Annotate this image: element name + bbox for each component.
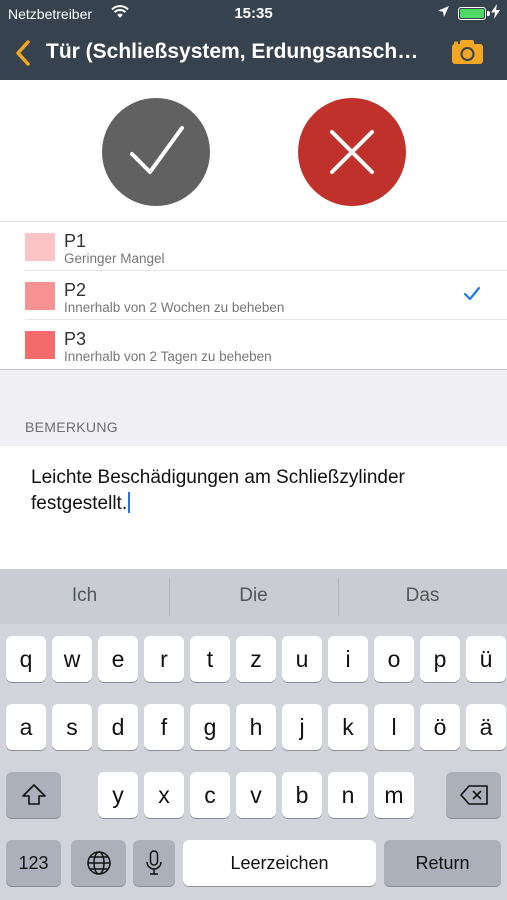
key-c[interactable]: c — [190, 772, 230, 818]
key-b[interactable]: b — [282, 772, 322, 818]
keyboard: Ich Die Das qwertzuiopü asdfghjklöä yxcvbn… — [0, 569, 507, 900]
key-g[interactable]: g — [190, 704, 230, 750]
key-v[interactable]: v — [236, 772, 276, 818]
key-ö[interactable]: ö — [420, 704, 460, 750]
key-l[interactable]: l — [374, 704, 414, 750]
key-d[interactable]: d — [98, 704, 138, 750]
text-caret — [128, 492, 131, 513]
microphone-key[interactable] — [133, 840, 175, 886]
key-s[interactable]: s — [52, 704, 92, 750]
priority-name: P2 — [64, 280, 87, 300]
remark-textarea[interactable]: Leichte Beschädigungen am Schließzylinde… — [0, 446, 507, 569]
priority-row-p1[interactable]: P1 Geringer Mangel — [0, 222, 507, 271]
key-e[interactable]: e — [98, 636, 138, 682]
key-p[interactable]: p — [420, 636, 460, 682]
reject-button[interactable] — [298, 98, 406, 206]
cross-icon — [330, 130, 374, 174]
key-x[interactable]: x — [144, 772, 184, 818]
shift-key[interactable] — [6, 772, 61, 818]
charging-bolt-icon — [491, 4, 500, 22]
status-bar: Netzbetreiber 15:35 — [0, 0, 507, 28]
key-f[interactable]: f — [144, 704, 184, 750]
key-m[interactable]: m — [374, 772, 414, 818]
priority-name: P3 — [64, 329, 87, 349]
space-key[interactable]: Leerzeichen — [183, 840, 376, 886]
shift-icon — [21, 784, 46, 805]
priority-description: Geringer Mangel — [64, 251, 165, 266]
priority-color-swatch — [25, 282, 55, 310]
remark-section: BEMERKUNG — [0, 370, 507, 446]
camera-icon[interactable] — [451, 39, 484, 65]
key-y[interactable]: y — [98, 772, 138, 818]
key-r[interactable]: r — [144, 636, 184, 682]
accept-button[interactable] — [102, 98, 210, 206]
prediction-item[interactable]: Das — [338, 569, 507, 624]
top-bar: Netzbetreiber 15:35 Tür (Schließsystem, … — [0, 0, 507, 80]
selected-checkmark-icon — [462, 284, 482, 309]
chevron-left-icon[interactable] — [12, 38, 36, 68]
key-h[interactable]: h — [236, 704, 276, 750]
key-u[interactable]: u — [282, 636, 322, 682]
remark-text: Leichte Beschädigungen am Schließzylinde… — [31, 467, 405, 514]
microphone-icon — [146, 850, 162, 875]
priority-color-swatch — [25, 233, 55, 261]
key-w[interactable]: w — [52, 636, 92, 682]
priority-row-p3[interactable]: P3 Innerhalb von 2 Tagen zu beheben — [0, 320, 507, 369]
priority-description: Innerhalb von 2 Wochen zu beheben — [64, 300, 285, 315]
location-arrow-icon — [437, 5, 450, 21]
prediction-item[interactable]: Die — [169, 569, 338, 624]
clock: 15:35 — [234, 5, 273, 22]
decision-panel — [0, 80, 507, 222]
battery-icon — [458, 7, 490, 20]
delete-backspace-icon — [459, 785, 488, 805]
priority-name: P1 — [64, 231, 87, 251]
navigation-bar: Tür (Schließsystem, Erdungsanschluss) — [0, 28, 507, 80]
delete-key[interactable] — [446, 772, 501, 818]
return-key[interactable]: Return — [384, 840, 501, 886]
numbers-key[interactable]: 123 — [6, 840, 61, 886]
globe-icon — [86, 851, 111, 875]
key-ü[interactable]: ü — [466, 636, 506, 682]
key-j[interactable]: j — [282, 704, 322, 750]
key-a[interactable]: a — [6, 704, 46, 750]
key-k[interactable]: k — [328, 704, 368, 750]
key-i[interactable]: i — [328, 636, 368, 682]
key-z[interactable]: z — [236, 636, 276, 682]
key-t[interactable]: t — [190, 636, 230, 682]
key-q[interactable]: q — [6, 636, 46, 682]
priority-row-p2[interactable]: P2 Innerhalb von 2 Wochen zu beheben — [0, 271, 507, 320]
key-o[interactable]: o — [374, 636, 414, 682]
checkmark-icon — [130, 126, 184, 174]
globe-key[interactable] — [71, 840, 126, 886]
section-header: BEMERKUNG — [25, 419, 118, 435]
prediction-item[interactable]: Ich — [0, 569, 169, 624]
key-ä[interactable]: ä — [466, 704, 506, 750]
priority-list: P1 Geringer Mangel P2 Innerhalb von 2 Wo… — [0, 222, 507, 370]
key-n[interactable]: n — [328, 772, 368, 818]
priority-description: Innerhalb von 2 Tagen zu beheben — [64, 349, 272, 364]
prediction-bar: Ich Die Das — [0, 569, 507, 624]
page-title: Tür (Schließsystem, Erdungsanschluss) — [46, 40, 422, 63]
priority-color-swatch — [25, 331, 55, 359]
